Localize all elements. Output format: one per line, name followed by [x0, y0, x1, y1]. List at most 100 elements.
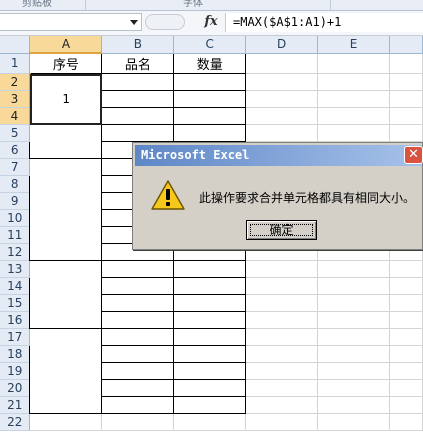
cell[interactable]	[173, 124, 247, 142]
cell[interactable]	[389, 90, 423, 108]
row-header[interactable]: 1	[0, 53, 31, 74]
cell[interactable]	[317, 124, 390, 142]
row-header[interactable]: 17	[0, 328, 31, 346]
cell[interactable]	[389, 294, 423, 312]
cell[interactable]	[317, 90, 390, 108]
cell[interactable]	[389, 277, 423, 295]
row-header[interactable]: 5	[0, 124, 31, 142]
cell[interactable]	[245, 107, 319, 125]
cell[interactable]	[317, 260, 390, 278]
row-header[interactable]: 18	[0, 345, 31, 363]
cell[interactable]	[101, 311, 175, 329]
merged-cell-a2[interactable]: 1	[29, 73, 103, 125]
cell[interactable]	[389, 53, 423, 74]
formula-input[interactable]: =MAX($A$1:A1)+1	[225, 13, 423, 32]
cell[interactable]	[245, 90, 319, 108]
cell[interactable]	[389, 73, 423, 91]
cell[interactable]	[29, 413, 103, 431]
cell[interactable]	[389, 260, 423, 278]
cell[interactable]	[173, 328, 247, 346]
cell[interactable]	[173, 260, 247, 278]
cell[interactable]	[101, 260, 175, 278]
cell[interactable]	[101, 345, 175, 363]
cell[interactable]	[389, 362, 423, 380]
row-header[interactable]: 22	[0, 413, 31, 431]
cell[interactable]	[173, 294, 247, 312]
cell[interactable]	[173, 362, 247, 380]
cell[interactable]	[245, 311, 319, 329]
column-header-c[interactable]: C	[173, 36, 247, 54]
cell[interactable]	[389, 379, 423, 397]
cell[interactable]	[101, 413, 175, 431]
column-header-d[interactable]: D	[245, 36, 319, 54]
row-header[interactable]: 2	[0, 73, 31, 91]
row-header[interactable]: 3	[0, 90, 31, 108]
row-header[interactable]: 16	[0, 311, 31, 329]
cell[interactable]	[245, 362, 319, 380]
row-header[interactable]: 10	[0, 209, 31, 227]
merged-cell[interactable]	[29, 124, 103, 159]
cell[interactable]	[317, 328, 390, 346]
row-header[interactable]: 4	[0, 107, 31, 125]
cell[interactable]	[173, 107, 247, 125]
cell[interactable]	[173, 73, 247, 91]
cell[interactable]	[101, 73, 175, 91]
cell[interactable]	[173, 396, 247, 414]
row-header[interactable]: 13	[0, 260, 31, 278]
column-header-e[interactable]: E	[317, 36, 390, 54]
cell[interactable]	[245, 260, 319, 278]
column-header-f[interactable]	[389, 36, 423, 54]
cell[interactable]	[317, 311, 390, 329]
row-header[interactable]: 12	[0, 243, 31, 261]
cell[interactable]	[173, 311, 247, 329]
merged-cell[interactable]	[29, 328, 103, 414]
row-header[interactable]: 9	[0, 192, 31, 210]
cell[interactable]	[101, 90, 175, 108]
row-header[interactable]: 14	[0, 277, 31, 295]
cell[interactable]	[389, 124, 423, 142]
cell[interactable]	[317, 396, 390, 414]
cell[interactable]	[389, 413, 423, 431]
row-header[interactable]: 8	[0, 175, 31, 193]
name-box[interactable]	[0, 13, 142, 31]
cell[interactable]	[173, 90, 247, 108]
row-header[interactable]: 20	[0, 379, 31, 397]
cell[interactable]	[173, 277, 247, 295]
formula-bar-resize-handle[interactable]	[145, 14, 185, 30]
cell[interactable]	[101, 396, 175, 414]
cell[interactable]	[101, 107, 175, 125]
cell[interactable]	[101, 328, 175, 346]
cell[interactable]	[317, 345, 390, 363]
cell[interactable]	[317, 379, 390, 397]
cell[interactable]	[101, 124, 175, 142]
cell[interactable]	[245, 277, 319, 295]
cell[interactable]	[389, 328, 423, 346]
select-all-corner[interactable]	[0, 36, 31, 54]
row-header[interactable]: 11	[0, 226, 31, 244]
row-header[interactable]: 6	[0, 141, 31, 159]
cell[interactable]	[245, 379, 319, 397]
cell[interactable]	[245, 396, 319, 414]
cell[interactable]	[317, 73, 390, 91]
cell[interactable]	[173, 379, 247, 397]
cell[interactable]	[317, 277, 390, 295]
cell[interactable]	[173, 345, 247, 363]
cell[interactable]	[317, 362, 390, 380]
cell[interactable]	[245, 73, 319, 91]
dialog-titlebar[interactable]: Microsoft Excel ✕	[135, 145, 423, 166]
cell[interactable]	[389, 107, 423, 125]
cell[interactable]	[101, 379, 175, 397]
merged-cell[interactable]	[29, 158, 103, 261]
cell[interactable]	[389, 396, 423, 414]
row-header[interactable]: 19	[0, 362, 31, 380]
chevron-down-icon[interactable]	[130, 20, 138, 25]
cell[interactable]	[245, 124, 319, 142]
ok-button[interactable]: 确定	[246, 220, 317, 240]
cell[interactable]	[101, 362, 175, 380]
column-header-a[interactable]: A	[29, 36, 103, 54]
cell[interactable]	[245, 53, 319, 74]
cell[interactable]	[389, 311, 423, 329]
close-icon[interactable]: ✕	[404, 146, 423, 164]
cell[interactable]	[245, 413, 319, 431]
cell[interactable]	[245, 294, 319, 312]
